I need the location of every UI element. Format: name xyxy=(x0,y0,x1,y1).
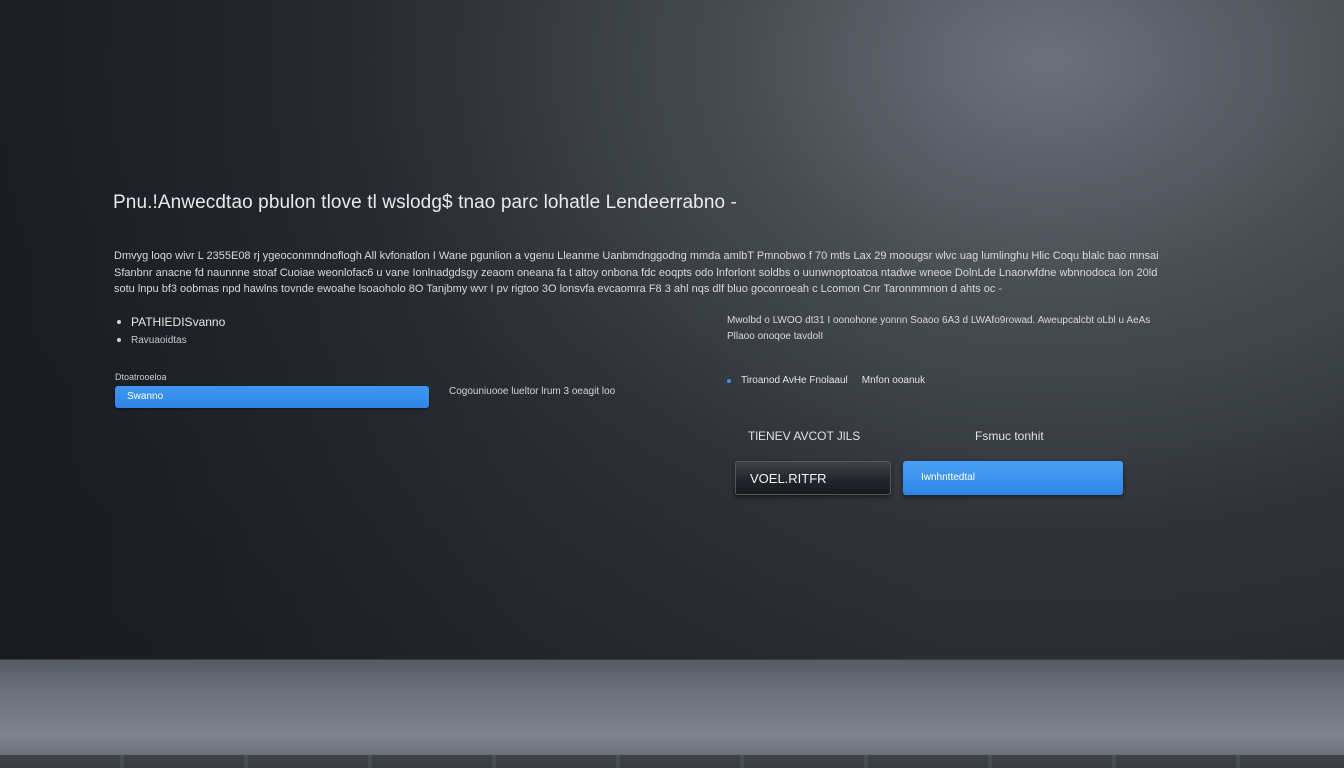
info-line: Pllaoo onoqoe tavdolI xyxy=(727,331,824,342)
description-line: Sfanbnr anacne fd naunnne stoaf Cuoiae w… xyxy=(114,266,1158,279)
option-label: PATHIEDISvanno xyxy=(131,315,226,329)
status-dot-icon xyxy=(727,378,731,383)
bullet-icon xyxy=(117,338,121,342)
dialog-description: Dmvyg loqo wivr L 2355E08 rj ygeoconmndn… xyxy=(114,248,1254,298)
floor-surface xyxy=(0,659,1344,768)
blue-button-caption: Fsmuc tonhit xyxy=(975,429,1044,443)
description-line: sotu lnpu bf3 oobmas npd hawlns tovnde e… xyxy=(114,283,1003,295)
option-list: PATHIEDISvanno Ravuaoidtas xyxy=(117,313,225,349)
info-line: Mwolbd o LWOO dt31 I oonohone yonnn Soao… xyxy=(727,315,1151,326)
info-text: Mwolbd o LWOO dt31 I oonohone yonnn Soao… xyxy=(727,313,1247,345)
primary-button[interactable]: Iwnhnttedtal xyxy=(903,461,1123,495)
option-item-primary[interactable]: PATHIEDISvanno xyxy=(117,313,225,331)
secondary-button[interactable]: VOEL.RITFR xyxy=(735,461,891,495)
selected-field[interactable]: Swanno xyxy=(115,386,429,408)
dialog-panel: Pnu.!Anwecdtao pbulon tlove tl wslodg$ t… xyxy=(0,0,1344,660)
option-item-secondary[interactable]: Ravuaoidtas xyxy=(117,331,225,349)
dialog-title: Pnu.!Anwecdtao pbulon tlove tl wslodg$ t… xyxy=(113,192,737,213)
field-label: Dtoatrooeloa xyxy=(115,372,167,382)
description-line: Dmvyg loqo wivr L 2355E08 rj ygeoconmndn… xyxy=(114,250,1159,262)
bullet-icon xyxy=(117,320,121,324)
status-text-b: Mnfon ooanuk xyxy=(861,375,926,386)
status-text-a: Tiroanod AvHe Fnolaaul xyxy=(741,375,848,386)
floor-edge xyxy=(0,755,1344,768)
field-hint: Cogouniuooe lueltor lrum 3 oeagit loo xyxy=(449,386,616,397)
status-item: Tiroanod AvHe Fnolaaul Mnfon ooanuk xyxy=(727,375,925,386)
option-label: Ravuaoidtas xyxy=(131,334,187,346)
dark-button-caption: TlENEV AVCOT JlLS xyxy=(748,429,861,443)
